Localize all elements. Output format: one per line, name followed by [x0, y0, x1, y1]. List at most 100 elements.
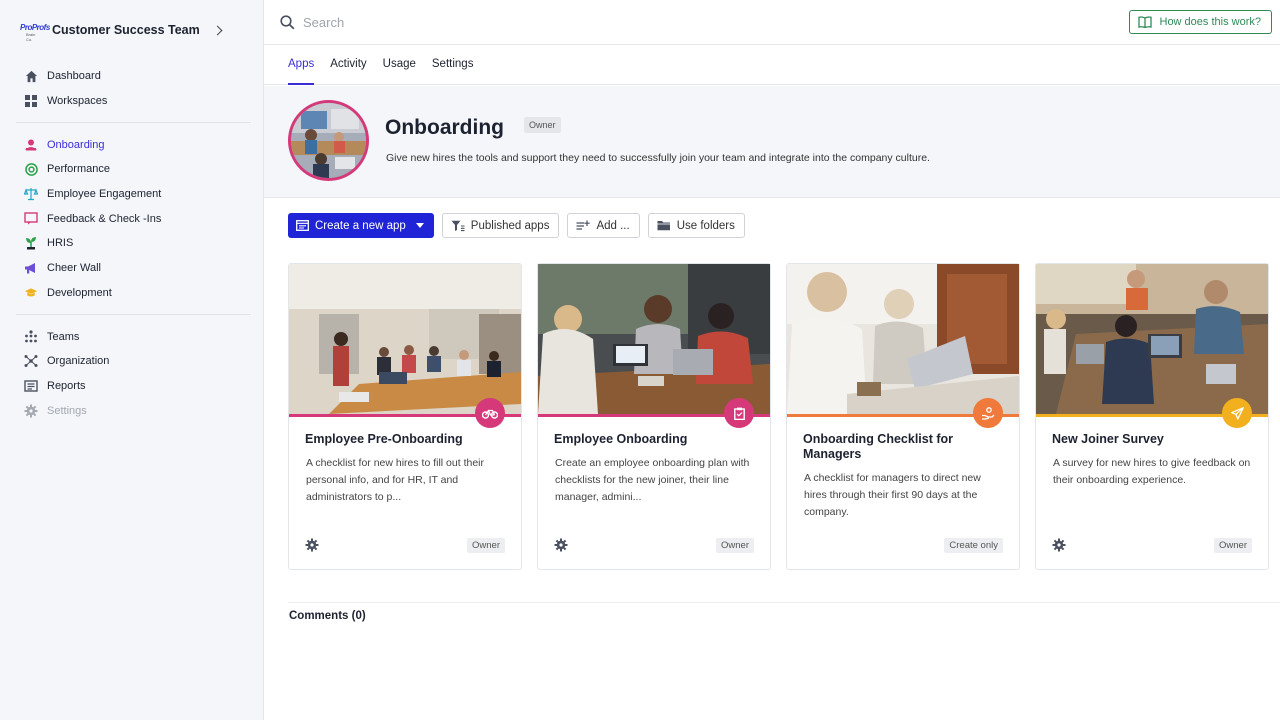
permission-badge: Owner — [467, 538, 505, 553]
published-apps-label: Published apps — [470, 219, 550, 232]
sidebar-item-employee-engagement[interactable]: Employee Engagement — [0, 182, 263, 207]
create-new-app-button[interactable]: Create a new app — [288, 213, 434, 238]
sidebar-item-settings[interactable]: Settings — [0, 398, 263, 423]
gear-icon[interactable] — [305, 538, 319, 557]
megaphone-icon — [24, 261, 38, 275]
nav-admin: Teams Organization Reports Settings — [0, 320, 263, 427]
how-does-this-work-button[interactable]: How does this work? — [1128, 10, 1272, 34]
gear-icon[interactable] — [1052, 538, 1066, 557]
sidebar-item-label: Workspaces — [47, 95, 108, 108]
app-card-title: New Joiner Survey — [1052, 432, 1164, 446]
app-card-title: Employee Onboarding — [554, 432, 688, 446]
sidebar-item-label: Reports — [47, 379, 86, 392]
tab-bar: Apps Activity Usage Settings — [264, 45, 1280, 85]
sidebar-item-label: Development — [47, 286, 112, 299]
workspace-title: Onboarding — [385, 116, 504, 139]
role-badge: Owner — [524, 117, 561, 133]
gear-icon[interactable] — [554, 538, 568, 557]
scale-icon — [24, 187, 38, 201]
sidebar-item-cheer-wall[interactable]: Cheer Wall — [0, 256, 263, 281]
use-folders-label: Use folders — [676, 219, 735, 232]
app-card-new-joiner-survey[interactable]: New Joiner Survey A survey for new hires… — [1035, 263, 1269, 570]
sidebar-item-development[interactable]: Development — [0, 281, 263, 306]
nav-main: Dashboard Workspaces — [0, 60, 263, 117]
app-card-image — [787, 264, 1019, 414]
comments-divider — [288, 602, 1280, 603]
sidebar-divider — [16, 122, 251, 124]
app-card-description: A checklist for managers to direct new h… — [804, 472, 981, 518]
app-card-onboarding-checklist-managers[interactable]: Onboarding Checklist for Managers A chec… — [786, 263, 1020, 570]
app-window-icon — [296, 220, 309, 231]
workspace-header: Onboarding Owner Give new hires the tool… — [264, 86, 1280, 198]
sidebar-item-label: Cheer Wall — [47, 262, 101, 275]
sidebar-item-label: HRIS — [47, 237, 74, 250]
sidebar-item-reports[interactable]: Reports — [0, 374, 263, 399]
app-card-list: Employee Pre-Onboarding A checklist for … — [288, 263, 1269, 570]
sidebar-item-dashboard[interactable]: Dashboard — [0, 64, 263, 89]
sidebar-divider — [16, 314, 251, 316]
workspace-avatar — [288, 100, 369, 181]
team-name: Customer Success Team — [52, 23, 200, 37]
logo-text: ProProfs — [20, 23, 50, 32]
add-label: Add ... — [596, 219, 630, 232]
home-icon — [24, 69, 38, 83]
tab-apps[interactable]: Apps — [288, 45, 315, 85]
sidebar-item-organization[interactable]: Organization — [0, 349, 263, 374]
filter-icon — [451, 220, 465, 232]
paper-plane-icon — [1222, 398, 1252, 428]
clipboard-icon — [724, 398, 754, 428]
tab-activity[interactable]: Activity — [330, 45, 366, 85]
workspace-description: Give new hires the tools and support the… — [386, 152, 930, 164]
folder-icon — [657, 220, 671, 231]
tab-usage[interactable]: Usage — [383, 45, 416, 85]
sidebar-item-feedback[interactable]: Feedback & Check -Ins — [0, 206, 263, 231]
sidebar-item-teams[interactable]: Teams — [0, 324, 263, 349]
plant-icon — [24, 236, 38, 250]
feedback-icon — [24, 212, 38, 226]
search-bar — [264, 14, 1280, 30]
app-card-description: A checklist for new hires to fill out th… — [306, 457, 484, 503]
tab-settings[interactable]: Settings — [432, 45, 474, 85]
search-icon — [280, 14, 295, 30]
sidebar-item-workspaces[interactable]: Workspaces — [0, 89, 263, 114]
app-card-title: Onboarding Checklist for Managers — [803, 432, 954, 461]
bicycle-icon — [475, 398, 505, 428]
sidebar-item-label: Settings — [47, 404, 87, 417]
published-apps-button[interactable]: Published apps — [441, 213, 560, 238]
use-folders-button[interactable]: Use folders — [647, 213, 745, 238]
sidebar-item-label: Feedback & Check -Ins — [47, 212, 162, 225]
app-card-employee-onboarding[interactable]: Employee Onboarding Create an employee o… — [537, 263, 771, 570]
nav-workspaces: Onboarding Performance Employee Engageme… — [0, 128, 263, 309]
graduation-icon — [24, 286, 38, 300]
organization-icon — [24, 354, 38, 368]
comments-header: Comments (0) — [289, 610, 366, 622]
sidebar: ProProfs Brain Co. Customer Success Team… — [0, 0, 264, 720]
add-list-icon — [576, 220, 591, 231]
sidebar-item-label: Onboarding — [47, 138, 105, 151]
sidebar-item-hris[interactable]: HRIS — [0, 231, 263, 256]
hand-icon — [973, 398, 1003, 428]
permission-badge: Owner — [716, 538, 754, 553]
app-card-title: Employee Pre-Onboarding — [305, 432, 463, 446]
book-icon — [1137, 16, 1152, 28]
app-card-employee-pre-onboarding[interactable]: Employee Pre-Onboarding A checklist for … — [288, 263, 522, 570]
chevron-right-icon — [212, 25, 223, 35]
app-toolbar: Create a new app Published apps Add ... … — [288, 213, 745, 238]
settings-icon — [24, 404, 38, 418]
sidebar-item-performance[interactable]: Performance — [0, 157, 263, 182]
reports-icon — [24, 379, 38, 393]
search-input[interactable] — [303, 14, 603, 30]
app-card-image — [538, 264, 770, 414]
logo-subtext: Brain Co. — [26, 32, 36, 42]
sidebar-item-onboarding[interactable]: Onboarding — [0, 132, 263, 157]
app-card-image — [289, 264, 521, 414]
sidebar-item-label: Teams — [47, 330, 80, 343]
sidebar-item-label: Organization — [47, 355, 110, 368]
permission-badge: Owner — [1214, 538, 1252, 553]
team-logo: ProProfs Brain Co. — [20, 23, 50, 42]
app-card-description: A survey for new hires to give feedback … — [1053, 457, 1251, 486]
create-new-app-label: Create a new app — [315, 219, 406, 232]
help-label: How does this work? — [1159, 16, 1262, 28]
add-button[interactable]: Add ... — [567, 213, 640, 238]
team-switcher[interactable]: ProProfs Brain Co. Customer Success Team — [0, 0, 263, 60]
